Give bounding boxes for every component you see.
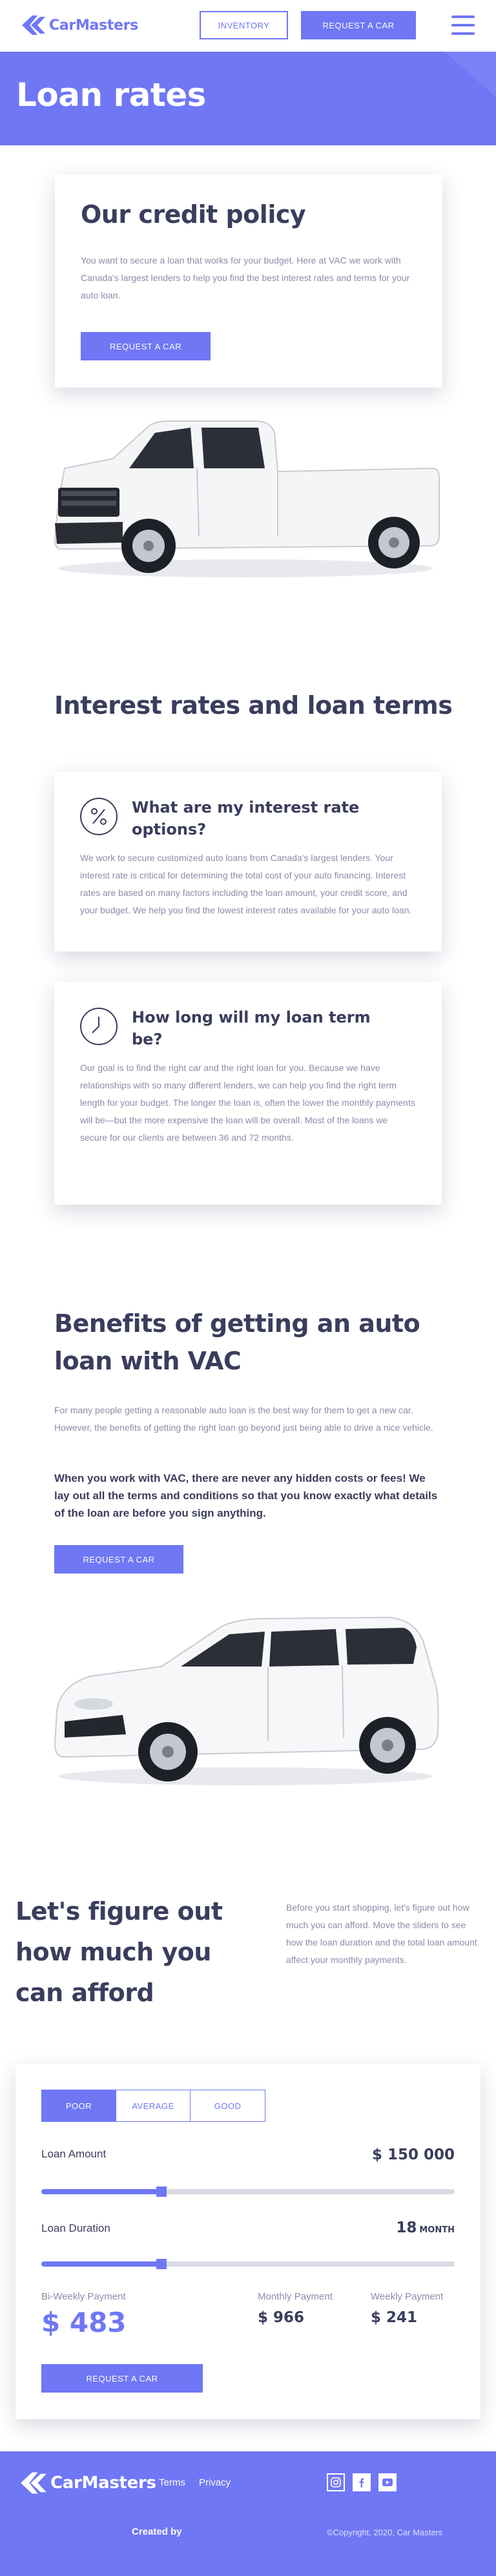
credit-policy-card: Our credit policy You want to secure a l… — [55, 174, 442, 388]
terms-link[interactable]: Terms — [159, 2477, 185, 2488]
created-by-text: Created by — [132, 2526, 182, 2537]
benefits-text: For many people getting a reasonable aut… — [54, 1405, 433, 1433]
biweekly-payment-label: Bi-Weekly Payment — [41, 2291, 126, 2302]
request-car-button[interactable]: REQUEST A CAR — [41, 2364, 203, 2393]
brand-logo[interactable]: CarMasters — [21, 14, 138, 36]
tab-poor[interactable]: POOR — [42, 2090, 116, 2121]
monthly-payment-label: Monthly Payment — [258, 2291, 333, 2302]
interest-rate-card-title: What are my interest rate options? — [132, 798, 360, 838]
tab-good[interactable]: GOOD — [191, 2090, 265, 2121]
page: CarMasters INVENTORY REQUEST A CAR Loan … — [0, 0, 496, 2576]
loan-duration-slider[interactable] — [41, 2259, 455, 2269]
privacy-link[interactable]: Privacy — [199, 2477, 231, 2488]
request-car-button[interactable]: REQUEST A CAR — [81, 332, 211, 360]
biweekly-payment-value: $ 483 — [41, 2307, 127, 2338]
benefits-highlight: When you work with VAC, there are never … — [54, 1472, 438, 1519]
loan-amount-value: $ 150 000 — [371, 2146, 455, 2163]
request-car-button[interactable]: REQUEST A CAR — [54, 1545, 183, 1574]
instagram-icon[interactable] — [327, 2473, 345, 2491]
inventory-button[interactable]: INVENTORY — [200, 11, 288, 39]
tab-average[interactable]: AVERAGE — [116, 2090, 191, 2121]
weekly-payment-value: $ 241 — [371, 2309, 418, 2326]
loan-duration-slider-fill — [41, 2261, 161, 2267]
clock-icon — [80, 1008, 118, 1045]
suv-image — [54, 1616, 439, 1785]
facebook-icon[interactable] — [353, 2473, 371, 2491]
interest-rate-card: What are my interest rate options? We wo… — [54, 772, 442, 951]
interest-rate-card-text: We work to secure customized auto loans … — [80, 853, 412, 915]
afford-text: Before you start shopping, let's figure … — [286, 1902, 477, 1965]
hero-banner: Loan rates — [0, 52, 496, 145]
loan-duration-unit: MONTH — [419, 2225, 455, 2235]
copyright-text: ©Copyright, 2020, Car Masters — [327, 2528, 443, 2537]
loan-duration-slider-handle[interactable] — [156, 2259, 167, 2269]
loan-amount-slider-handle[interactable] — [156, 2186, 167, 2197]
interest-section-title: Interest rates and loan terms — [54, 691, 453, 720]
site-header: CarMasters INVENTORY REQUEST A CAR — [0, 0, 496, 52]
footer-brand-name: CarMasters — [50, 2473, 156, 2493]
weekly-payment-label: Weekly Payment — [371, 2291, 444, 2302]
youtube-icon[interactable] — [378, 2473, 397, 2491]
loan-duration-label: Loan Duration — [41, 2222, 110, 2234]
credit-policy-title: Our credit policy — [81, 200, 306, 229]
loan-duration-number: 18 — [396, 2219, 417, 2236]
menu-icon[interactable] — [451, 16, 475, 35]
pickup-truck-image — [54, 421, 440, 577]
loan-term-card-title: How long will my loan term be? — [132, 1008, 371, 1048]
loan-duration-value: 18 MONTH — [396, 2219, 455, 2236]
brand-name: CarMasters — [49, 17, 139, 34]
afford-section-title: Let's figure out how much you can afford — [16, 1897, 223, 2007]
credit-policy-text: You want to secure a loan that works for… — [81, 255, 410, 300]
loan-term-card: How long will my loan term be? Our goal … — [54, 982, 442, 1205]
footer-brand-logo[interactable]: CarMasters — [19, 2471, 156, 2495]
request-car-header-button[interactable]: REQUEST A CAR — [301, 11, 416, 39]
loan-amount-slider[interactable] — [41, 2186, 455, 2197]
brand-mark-icon — [21, 2472, 46, 2494]
loan-term-card-text: Our goal is to find the right car and th… — [80, 1063, 415, 1143]
site-footer: CarMasters Terms Privacy Created by ©Cop… — [0, 2451, 496, 2576]
loan-calculator: POOR AVERAGE GOOD Loan Amount $ 150 000 … — [16, 2064, 480, 2419]
benefits-section-title: Benefits of getting an auto loan with VA… — [54, 1309, 420, 1375]
page-title: Loan rates — [16, 76, 206, 114]
loan-amount-slider-fill — [41, 2189, 161, 2194]
monthly-payment-value: $ 966 — [258, 2309, 305, 2326]
credit-score-tabs: POOR AVERAGE GOOD — [41, 2090, 265, 2122]
hero-decoration — [444, 52, 496, 97]
brand-mark-icon — [22, 16, 45, 35]
percent-icon — [80, 798, 118, 835]
loan-amount-label: Loan Amount — [41, 2148, 107, 2160]
